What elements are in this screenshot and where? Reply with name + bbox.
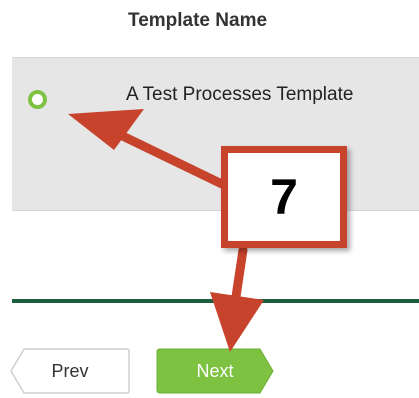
table-header: Template Name: [0, 0, 419, 56]
row-template-name: A Test Processes Template: [126, 84, 354, 105]
row-radio-button[interactable]: [28, 90, 47, 109]
next-button-label: Next: [196, 360, 234, 381]
step-number: 7: [270, 169, 298, 225]
table-row[interactable]: [12, 57, 419, 211]
step-callout-box: 7: [221, 146, 347, 248]
column-header-template-name: Template Name: [128, 10, 268, 31]
next-button[interactable]: Next: [156, 348, 274, 394]
prev-button[interactable]: Prev: [10, 348, 130, 394]
section-divider: [12, 299, 419, 303]
prev-button-label: Prev: [51, 360, 89, 381]
